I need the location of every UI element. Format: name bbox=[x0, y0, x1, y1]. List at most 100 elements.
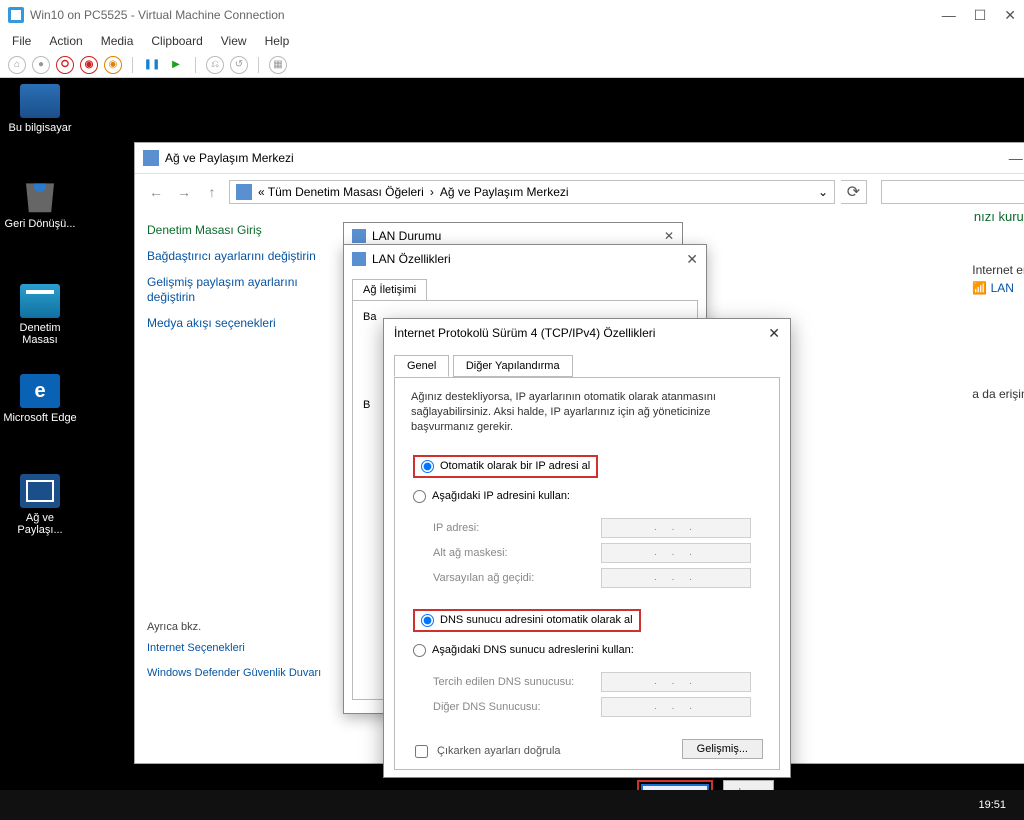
desktop-icon-recycle-bin[interactable]: Geri Dönüşü... bbox=[2, 174, 78, 230]
vm-app-icon bbox=[8, 7, 24, 23]
radio-manual-ip[interactable]: Aşağıdaki IP adresini kullan: bbox=[413, 490, 761, 503]
path-icon bbox=[236, 184, 252, 200]
lan-props-icon bbox=[352, 252, 366, 266]
toolbar-save-icon[interactable]: ◉ bbox=[104, 56, 122, 74]
toolbar-checkpoint-icon[interactable]: ⎌ bbox=[206, 56, 224, 74]
guest-desktop: Bu bilgisayar Geri Dönüşü... Denetim Mas… bbox=[0, 78, 1024, 790]
desktop-icon-control-panel[interactable]: Denetim Masası bbox=[2, 284, 78, 346]
tab-networking[interactable]: Ağ İletişimi bbox=[352, 279, 427, 300]
lan-status-title: LAN Durumu bbox=[372, 229, 441, 243]
no-internet-label: Internet erişimi yok bbox=[972, 263, 1024, 277]
radio-auto-dns-input[interactable] bbox=[421, 614, 434, 627]
lan-link[interactable]: 📶 LAN bbox=[972, 281, 1024, 295]
toolbar-start-icon[interactable]: ● bbox=[32, 56, 50, 74]
edge-icon: e bbox=[20, 374, 60, 408]
nav-up-button[interactable]: ↑ bbox=[201, 181, 223, 203]
desktop-icon-edge[interactable]: e Microsoft Edge bbox=[2, 374, 78, 424]
guest-taskbar[interactable]: 19:51 bbox=[0, 790, 1024, 820]
radio-auto-ip[interactable]: Otomatik olarak bir IP adresi al bbox=[413, 455, 598, 478]
toolbar-reset-icon[interactable]: ▶ bbox=[167, 56, 185, 74]
subnet-mask-field: . . . bbox=[601, 543, 751, 563]
radio-auto-ip-input[interactable] bbox=[421, 460, 434, 473]
close-button[interactable]: ✕ bbox=[664, 229, 674, 243]
sidebar-sharing-link[interactable]: Gelişmiş paylaşım ayarlarını değiştirin bbox=[147, 275, 323, 306]
menu-view[interactable]: View bbox=[221, 34, 247, 48]
toolbar-turnoff-icon[interactable]: ⭘ bbox=[56, 56, 74, 74]
toolbar-revert-icon[interactable]: ↺ bbox=[230, 56, 248, 74]
menu-media[interactable]: Media bbox=[101, 34, 134, 48]
sidebar: Denetim Masası Giriş Bağdaştırıcı ayarla… bbox=[135, 209, 335, 749]
preferred-dns-field: . . . bbox=[601, 672, 751, 692]
menu-clipboard[interactable]: Clipboard bbox=[151, 34, 202, 48]
ipv4-description: Ağınız destekliyorsa, IP ayarlarının oto… bbox=[411, 390, 763, 435]
toolbar-pause-icon[interactable]: ❚❚ bbox=[143, 56, 161, 74]
breadcrumb-dropdown-icon[interactable]: ⌄ bbox=[818, 185, 828, 199]
toolbar-ctrl-alt-del-icon[interactable]: ⌂ bbox=[8, 56, 26, 74]
radio-auto-ip-label: Otomatik olarak bir IP adresi al bbox=[440, 460, 590, 472]
ip-address-label: IP adresi: bbox=[433, 522, 601, 534]
ip-address-field: . . . bbox=[601, 518, 751, 538]
defender-firewall-link[interactable]: Windows Defender Güvenlik Duvarı bbox=[147, 666, 323, 680]
vm-titlebar: Win10 on PC5525 - Virtual Machine Connec… bbox=[0, 0, 1024, 30]
control-panel-icon bbox=[20, 284, 60, 318]
toolbar-shutdown-icon[interactable]: ◉ bbox=[80, 56, 98, 74]
access-point-label: a da erişim noktası bbox=[972, 387, 1024, 401]
nav-back-button[interactable]: ← bbox=[145, 181, 167, 203]
icon-label: Microsoft Edge bbox=[2, 412, 78, 424]
radio-manual-dns-input[interactable] bbox=[413, 644, 426, 657]
sidebar-home-link[interactable]: Denetim Masası Giriş bbox=[147, 223, 323, 237]
tab-general[interactable]: Genel bbox=[394, 355, 449, 377]
search-box[interactable]: 🔍 bbox=[881, 180, 1024, 204]
validate-label: Çıkarken ayarları doğrula bbox=[437, 745, 561, 757]
toolbar-enhanced-icon[interactable]: ▦ bbox=[269, 56, 287, 74]
icon-label: Geri Dönüşü... bbox=[2, 218, 78, 230]
desktop-icon-network[interactable]: Ağ ve Paylaşı... bbox=[2, 474, 78, 536]
vm-minimize-button[interactable]: — bbox=[942, 7, 956, 24]
minimize-button[interactable]: — bbox=[1009, 150, 1023, 167]
radio-auto-dns[interactable]: DNS sunucu adresini otomatik olarak al bbox=[413, 609, 641, 632]
internet-options-link[interactable]: Internet Seçenekleri bbox=[147, 641, 323, 655]
desktop-icon-this-pc[interactable]: Bu bilgisayar bbox=[2, 84, 78, 134]
radio-manual-ip-input[interactable] bbox=[413, 490, 426, 503]
menu-file[interactable]: File bbox=[12, 34, 31, 48]
breadcrumb-current[interactable]: Ağ ve Paylaşım Merkezi bbox=[440, 185, 569, 199]
recycle-bin-icon bbox=[20, 180, 60, 214]
lan-props-title: LAN Özellikleri bbox=[372, 252, 451, 266]
refresh-button[interactable]: ⟳ bbox=[841, 180, 867, 204]
dialog-ipv4-properties: İnternet Protokolü Sürüm 4 (TCP/IPv4) Öz… bbox=[383, 318, 791, 778]
address-bar[interactable]: « Tüm Denetim Masası Öğeleri › Ağ ve Pay… bbox=[229, 180, 835, 204]
close-button[interactable]: ✕ bbox=[768, 325, 780, 342]
lan-status-icon bbox=[352, 229, 366, 243]
radio-manual-dns[interactable]: Aşağıdaki DNS sunucu adreslerini kullan: bbox=[413, 644, 761, 657]
taskbar-clock: 19:51 bbox=[978, 799, 1006, 811]
radio-manual-ip-label: Aşağıdaki IP adresini kullan: bbox=[432, 490, 570, 502]
gateway-field: . . . bbox=[601, 568, 751, 588]
validate-checkbox-input[interactable] bbox=[415, 745, 428, 758]
icon-label: Ağ ve Paylaşı... bbox=[2, 512, 78, 536]
breadcrumb-root[interactable]: « Tüm Denetim Masası Öğeleri bbox=[258, 185, 424, 199]
vm-close-button[interactable]: ✕ bbox=[1004, 7, 1016, 24]
icon-label: Bu bilgisayar bbox=[2, 122, 78, 134]
close-button[interactable]: ✕ bbox=[686, 251, 698, 268]
breadcrumb-sep: › bbox=[430, 185, 434, 199]
alternate-dns-field: . . . bbox=[601, 697, 751, 717]
see-also-heading: Ayrıca bkz. bbox=[147, 621, 323, 633]
subnet-mask-label: Alt ağ maskesi: bbox=[433, 547, 601, 559]
network-center-icon bbox=[143, 150, 159, 166]
advanced-button[interactable]: Gelişmiş... bbox=[682, 739, 763, 759]
menu-help[interactable]: Help bbox=[265, 34, 290, 48]
radio-manual-dns-label: Aşağıdaki DNS sunucu adreslerini kullan: bbox=[432, 644, 634, 656]
vm-toolbar: ⌂ ● ⭘ ◉ ◉ ❚❚ ▶ ⎌ ↺ ▦ bbox=[0, 52, 1024, 78]
tab-alternate-config[interactable]: Diğer Yapılandırma bbox=[453, 355, 573, 377]
vm-maximize-button[interactable]: ☐ bbox=[974, 7, 987, 24]
icon-label: Denetim Masası bbox=[2, 322, 78, 346]
sidebar-adapter-link[interactable]: Bağdaştırıcı ayarlarını değiştirin bbox=[147, 249, 323, 265]
menu-action[interactable]: Action bbox=[49, 34, 82, 48]
preferred-dns-label: Tercih edilen DNS sunucusu: bbox=[433, 676, 601, 688]
sidebar-media-link[interactable]: Medya akışı seçenekleri bbox=[147, 316, 323, 332]
vm-menubar: File Action Media Clipboard View Help bbox=[0, 30, 1024, 52]
setup-heading-fragment: nızı kurun bbox=[974, 209, 1024, 224]
ipv4-title: İnternet Protokolü Sürüm 4 (TCP/IPv4) Öz… bbox=[394, 326, 655, 340]
vm-window-title: Win10 on PC5525 - Virtual Machine Connec… bbox=[30, 8, 942, 22]
nav-forward-button[interactable]: → bbox=[173, 181, 195, 203]
